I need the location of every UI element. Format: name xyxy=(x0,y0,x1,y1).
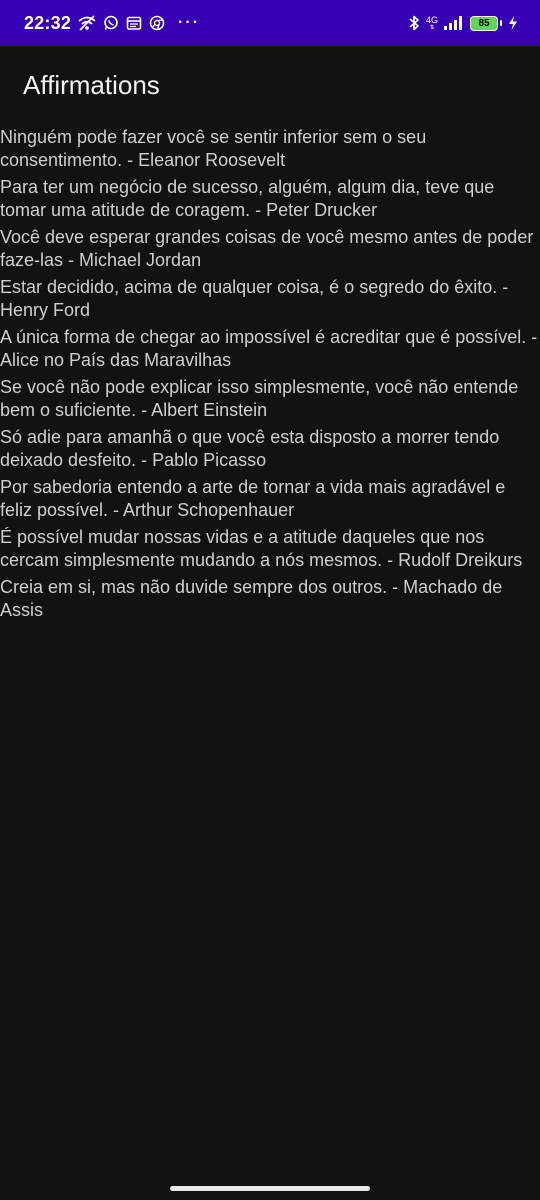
charging-icon xyxy=(508,16,518,30)
wifi-off-icon xyxy=(78,15,96,31)
calendar-icon xyxy=(126,15,142,31)
status-bar-right: 4G ⇅ 85 xyxy=(408,14,518,32)
quote-item: Estar decidido, acima de qualquer coisa,… xyxy=(0,277,509,320)
bluetooth-icon xyxy=(408,14,420,32)
whatsapp-icon xyxy=(103,15,119,31)
battery-level: 85 xyxy=(478,17,490,29)
status-bar-left: 22:32 ··· xyxy=(24,13,200,34)
quote-item: Se você não pode explicar isso simplesme… xyxy=(0,377,519,420)
status-bar: 22:32 ··· 4G ⇅ 85 xyxy=(0,0,540,46)
more-notifications-icon: ··· xyxy=(178,14,201,31)
signal-icon xyxy=(444,16,464,30)
quote-item: Creia em si, mas não duvide sempre dos o… xyxy=(0,577,503,620)
battery-icon: 85 xyxy=(470,15,502,31)
quote-item: Ninguém pode fazer você se sentir inferi… xyxy=(0,127,427,170)
network-type: 4G ⇅ xyxy=(425,14,438,31)
quote-item: É possível mudar nossas vidas e a atitud… xyxy=(0,527,523,570)
quote-item: Você deve esperar grandes coisas de você… xyxy=(0,227,534,270)
app-title: Affirmations xyxy=(23,70,160,100)
quote-item: Por sabedoria entendo a arte de tornar a… xyxy=(0,477,506,520)
quote-item: Só adie para amanhã o que você esta disp… xyxy=(0,427,500,470)
gesture-navigation-handle[interactable] xyxy=(170,1186,370,1191)
quote-item: A única forma de chegar ao impossível é … xyxy=(0,327,538,370)
quote-item: Para ter um negócio de sucesso, alguém, … xyxy=(0,177,495,220)
status-time: 22:32 xyxy=(24,12,72,33)
network-type-label: 4G xyxy=(425,14,438,25)
chrome-icon xyxy=(149,15,165,31)
quote-list[interactable]: Ninguém pode fazer você se sentir inferi… xyxy=(0,126,540,626)
